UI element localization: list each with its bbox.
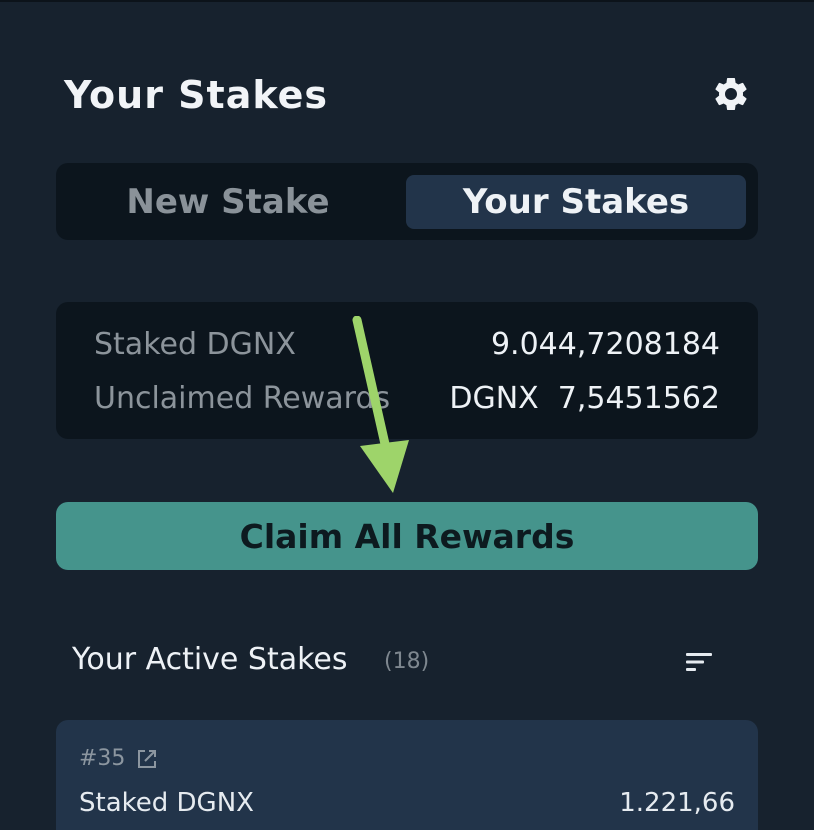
stake-card[interactable]: #35 Staked DGNX 1.221,66 xyxy=(56,720,758,830)
stake-staked-value: 1.221,66 xyxy=(619,788,735,818)
rewards-label: Unclaimed Rewards xyxy=(94,380,391,416)
gear-icon xyxy=(715,77,747,110)
tab-new-stake[interactable]: New Stake xyxy=(68,175,388,229)
settings-button[interactable] xyxy=(710,73,752,115)
rewards-row: Unclaimed Rewards DGNX 7,5451562 xyxy=(94,378,720,418)
staked-row: Staked DGNX 9.044,7208184 xyxy=(94,324,720,364)
active-stakes-title: Your Active Stakes xyxy=(72,642,348,677)
rewards-value: DGNX 7,5451562 xyxy=(449,380,720,416)
active-stakes-header: Your Active Stakes (18) xyxy=(72,638,722,682)
page-title: Your Stakes xyxy=(64,73,328,117)
staked-value: 9.044,7208184 xyxy=(490,326,720,362)
stake-staked-label: Staked DGNX xyxy=(79,788,254,818)
tab-your-stakes[interactable]: Your Stakes xyxy=(406,175,746,229)
sort-icon xyxy=(686,653,712,671)
claim-all-rewards-button[interactable]: Claim All Rewards xyxy=(56,502,758,570)
sort-button[interactable] xyxy=(684,648,716,676)
external-link-icon xyxy=(138,750,156,768)
stake-summary-panel: Staked DGNX 9.044,7208184 Unclaimed Rewa… xyxy=(56,302,758,439)
staked-label: Staked DGNX xyxy=(94,326,296,362)
active-stakes-count: (18) xyxy=(384,649,430,674)
stake-tabs: New Stake Your Stakes xyxy=(56,163,758,240)
stake-staked-row: Staked DGNX 1.221,66 xyxy=(79,786,735,820)
open-stake-link[interactable] xyxy=(136,748,158,770)
stake-id: #35 xyxy=(79,746,126,771)
top-divider xyxy=(0,0,814,2)
